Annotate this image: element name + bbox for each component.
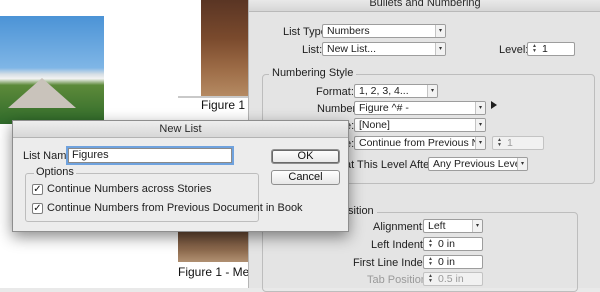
level-label: Level: — [499, 44, 529, 56]
dialog-titlebar[interactable]: New List — [13, 121, 348, 138]
list-name-input[interactable]: Figures — [68, 148, 232, 163]
options-title: Options — [34, 166, 76, 178]
stepper-icon[interactable]: ▲ ▼ — [426, 274, 435, 284]
left-indent-stepper[interactable]: ▲ ▼ 0 in — [423, 237, 483, 251]
cliff-dwelling-photo — [201, 0, 248, 96]
continue-from-previous-document-label: Continue Numbers from Previous Document … — [47, 202, 303, 214]
number-label: Number: — [317, 103, 360, 115]
insert-special-character-icon[interactable] — [491, 101, 497, 109]
new-list-dialog: New List List Name: Figures Options ✓ Co… — [12, 120, 349, 232]
list-type-select[interactable]: Numbers ▾ — [322, 24, 446, 38]
left-indent-value: 0 in — [438, 238, 455, 250]
tab-position-value: 0.5 in — [438, 273, 464, 285]
mode-value: Continue from Previous N... — [359, 137, 486, 149]
character-style-value: [None] — [359, 119, 390, 131]
level-stepper[interactable]: ▲ ▼ 1 — [527, 42, 575, 56]
alignment-label: Alignment: — [373, 221, 425, 233]
restart-label: at This Level After: — [345, 159, 436, 171]
mountain-photo — [0, 16, 104, 124]
bullet-position-title: sition — [345, 205, 377, 217]
stepper-icon[interactable]: ▲ ▼ — [426, 239, 435, 249]
restart-level-value: Any Previous Level — [433, 158, 523, 170]
tab-position-stepper[interactable]: ▲ ▼ 0.5 in — [423, 272, 483, 286]
ok-button[interactable]: OK — [271, 149, 340, 164]
list-type-value: Numbers — [327, 25, 370, 37]
dialog-titlebar[interactable]: Bullets and Numbering — [249, 0, 600, 12]
number-value: Figure ^# - — [359, 102, 409, 114]
continue-across-stories-checkbox[interactable]: ✓ — [32, 184, 43, 195]
continue-from-previous-document-checkbox[interactable]: ✓ — [32, 203, 43, 214]
chevron-down-icon: ▾ — [435, 43, 445, 55]
dialog-title: New List — [159, 123, 202, 135]
options-group — [25, 173, 259, 222]
continue-across-stories-label: Continue Numbers across Stories — [47, 183, 212, 195]
format-select[interactable]: 1, 2, 3, 4... ▾ — [354, 84, 438, 98]
dialog-title: Bullets and Numbering — [369, 0, 481, 9]
first-line-indent-value: 0 in — [438, 256, 455, 268]
chevron-down-icon: ▾ — [475, 137, 485, 149]
stepper-icon[interactable]: ▲ ▼ — [530, 44, 539, 54]
tab-position-label: Tab Position: — [367, 274, 430, 286]
list-label: List: — [302, 44, 323, 56]
number-field[interactable]: Figure ^# - ▾ — [354, 101, 486, 115]
first-line-indent-stepper[interactable]: ▲ ▼ 0 in — [423, 255, 483, 269]
canyon-photo — [178, 232, 248, 262]
stepper-icon[interactable]: ▲ ▼ — [426, 257, 435, 267]
chevron-down-icon: ▾ — [475, 102, 485, 114]
chevron-down-icon: ▾ — [472, 220, 482, 232]
alignment-select[interactable]: Left ▾ — [423, 219, 483, 233]
restart-level-select[interactable]: Any Previous Level ▾ — [428, 157, 528, 171]
format-label: Format: — [316, 86, 354, 98]
alignment-value: Left — [428, 220, 446, 232]
left-indent-label: Left Indent: — [371, 239, 427, 251]
list-value: New List... — [327, 43, 377, 55]
level-value: 1 — [542, 43, 548, 55]
format-value: 1, 2, 3, 4... — [359, 85, 409, 97]
character-style-select[interactable]: [None] ▾ — [354, 118, 486, 132]
mode-select[interactable]: Continue from Previous N... ▾ — [354, 136, 486, 150]
chevron-down-icon: ▾ — [475, 119, 485, 131]
numbering-style-title: Numbering Style — [269, 67, 357, 79]
chevron-down-icon: ▾ — [435, 25, 445, 37]
mode-start-stepper[interactable]: ▲ ▼ 1 — [492, 136, 544, 150]
chevron-down-icon: ▾ — [517, 158, 527, 170]
chevron-down-icon: ▾ — [427, 85, 437, 97]
figure-caption: Figure 1 - Me — [178, 265, 250, 279]
stepper-icon[interactable]: ▲ ▼ — [495, 138, 504, 148]
mode-start-value: 1 — [507, 137, 513, 149]
cancel-button[interactable]: Cancel — [271, 170, 340, 185]
list-select[interactable]: New List... ▾ — [322, 42, 446, 56]
figure-caption: Figure 1 — [201, 98, 246, 112]
